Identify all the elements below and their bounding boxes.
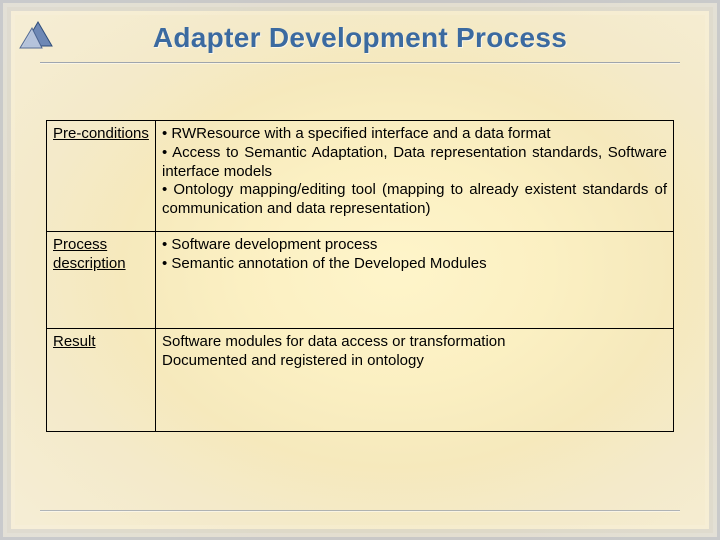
row-label-preconditions: Pre-conditions: [47, 121, 156, 232]
table-row: Pre-conditions • RWResource with a speci…: [47, 121, 674, 232]
row-label-result: Result: [47, 329, 156, 432]
page-title: Adapter Development Process: [0, 22, 720, 54]
footer-divider: [40, 510, 680, 512]
table-row: Result Software modules for data access …: [47, 329, 674, 432]
slide: Adapter Development Process Pre-conditio…: [0, 0, 720, 540]
header: Adapter Development Process: [0, 22, 720, 54]
header-divider: [40, 62, 680, 64]
table-row: Process description • Software developme…: [47, 232, 674, 329]
row-body-result: Software modules for data access or tran…: [156, 329, 674, 432]
process-table: Pre-conditions • RWResource with a speci…: [46, 120, 674, 432]
row-body-process: • Software development process• Semantic…: [156, 232, 674, 329]
row-label-process: Process description: [47, 232, 156, 329]
row-body-preconditions: • RWResource with a specified interface …: [156, 121, 674, 232]
